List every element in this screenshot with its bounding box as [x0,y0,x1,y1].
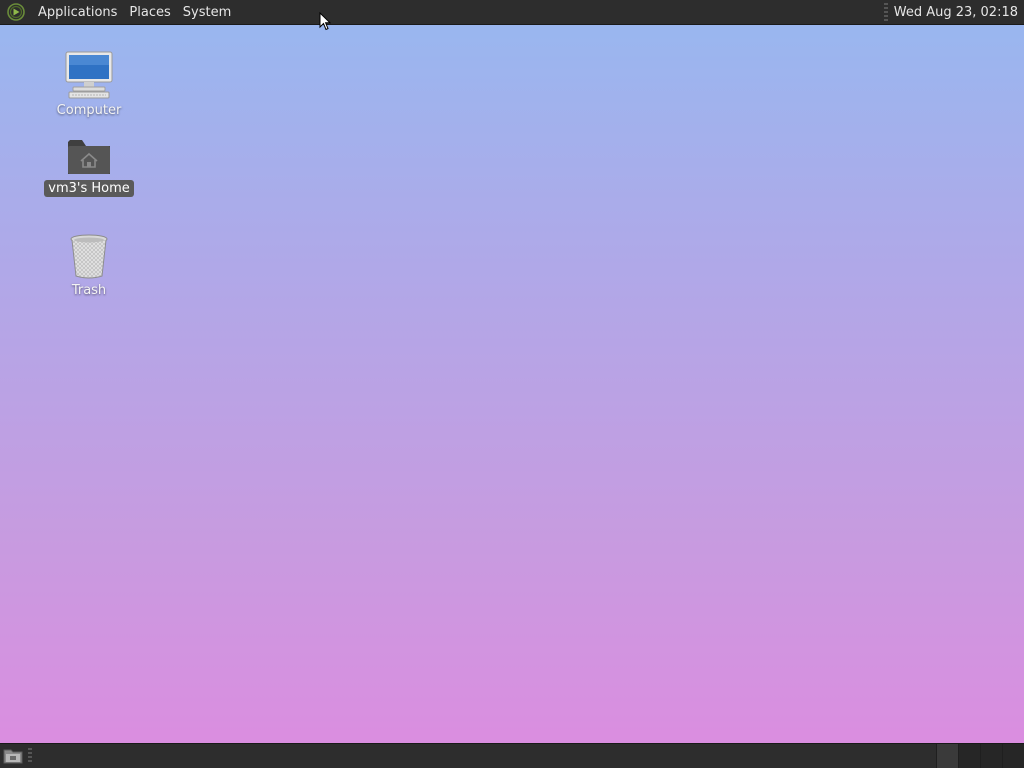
mouse-cursor-icon [319,11,332,35]
workspace-4[interactable] [1002,744,1024,768]
top-panel: Applications Places System Wed Aug 23, 0… [0,0,1024,25]
mate-logo-icon[interactable] [6,2,26,22]
panel-handle[interactable] [883,3,888,21]
bottom-panel [0,743,1024,768]
home-folder-icon [62,124,116,178]
workspace-2[interactable] [958,744,980,768]
places-menu[interactable]: Places [123,0,176,25]
panel-handle[interactable] [28,748,32,764]
workspace-1[interactable] [936,744,958,768]
desktop-icon-label: vm3's Home [44,180,134,197]
clock[interactable]: Wed Aug 23, 02:18 [894,5,1024,20]
desktop-icon-label: Trash [71,283,107,298]
applications-menu[interactable]: Applications [32,0,123,25]
desktop-icon-home[interactable]: vm3's Home [44,124,134,197]
show-desktop-icon[interactable] [3,748,23,764]
trash-icon [62,226,116,280]
desktop-icon-label: Computer [56,103,122,118]
desktop-icon-trash[interactable]: Trash [44,226,134,299]
desktop-screen: Applications Places System Wed Aug 23, 0… [0,0,1024,768]
workspace-3[interactable] [980,744,1002,768]
system-menu[interactable]: System [177,0,237,25]
workspace-switcher [936,744,1024,768]
desktop-icon-computer[interactable]: Computer [44,46,134,119]
computer-icon [62,46,116,100]
